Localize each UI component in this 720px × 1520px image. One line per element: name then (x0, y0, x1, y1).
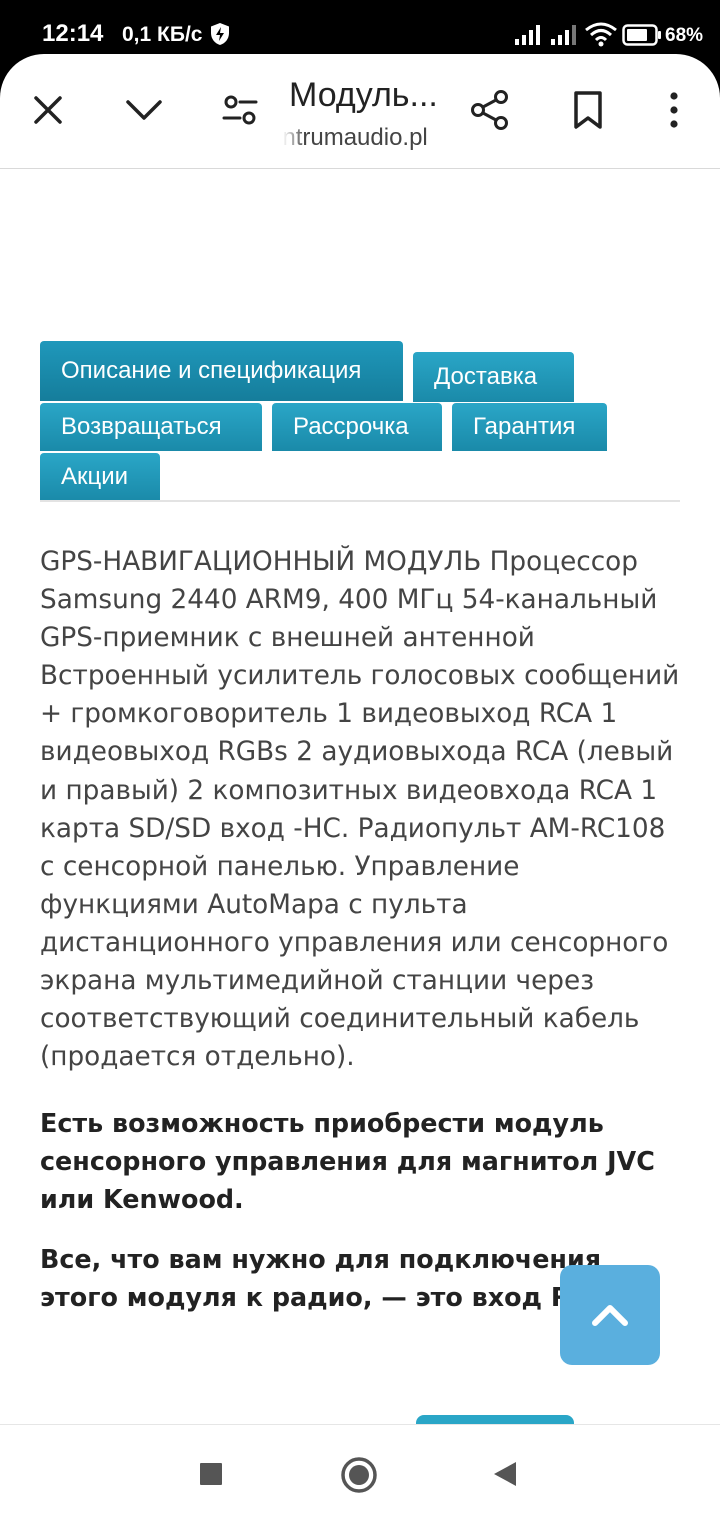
tab-returns[interactable]: Возвращаться (40, 403, 262, 451)
partial-button[interactable] (416, 1415, 574, 1424)
home-icon[interactable] (340, 1456, 378, 1498)
network-speed: 0,1 КБ/с (122, 23, 203, 46)
tab-warranty[interactable]: Гарантия (452, 403, 607, 451)
chevron-down-icon[interactable] (116, 82, 172, 138)
page-content: Описание и спецификация Доставка Возвращ… (0, 169, 720, 1424)
status-time: 12:14 (42, 20, 104, 47)
product-description: GPS-НАВИГАЦИОННЫЙ МОДУЛЬ Процессор Samsu… (40, 547, 680, 1073)
close-icon[interactable] (20, 82, 76, 138)
signal-icon (514, 24, 546, 50)
shield-bolt-icon (210, 22, 230, 50)
back-icon[interactable] (492, 1460, 518, 1492)
chevron-up-icon (592, 1305, 628, 1326)
system-nav-bar (0, 1424, 720, 1520)
status-bar: 12:14 0,1 КБ/с 68% (0, 0, 720, 62)
tab-promotions[interactable]: Акции (40, 453, 160, 501)
share-icon[interactable] (462, 82, 518, 138)
tab-description[interactable]: Описание и спецификация (40, 341, 403, 401)
signal-icon (550, 24, 582, 50)
browser-toolbar: Модуль... centrumaudio.pl (0, 54, 720, 169)
touch-module-note: Есть возможность приобрести модуль сенсо… (40, 1108, 655, 1214)
tab-delivery[interactable]: Доставка (413, 352, 574, 402)
more-vertical-icon[interactable] (646, 82, 702, 138)
battery-icon (622, 24, 662, 50)
bookmark-icon[interactable] (560, 82, 616, 138)
wifi-icon (584, 20, 618, 52)
scroll-to-top-button[interactable] (560, 1265, 660, 1365)
tab-installment[interactable]: Рассрочка (272, 403, 442, 451)
page-settings-icon[interactable] (212, 82, 268, 138)
page-url[interactable]: centrumaudio.pl (283, 124, 453, 152)
tabs-divider (40, 500, 680, 502)
recent-apps-icon[interactable] (199, 1462, 223, 1490)
battery-percent: 68% (665, 25, 704, 46)
phone-screen: 12:14 0,1 КБ/с 68% Модуль... ntrumaudio.… (0, 0, 720, 1520)
page-title[interactable]: Модуль... (289, 76, 438, 115)
